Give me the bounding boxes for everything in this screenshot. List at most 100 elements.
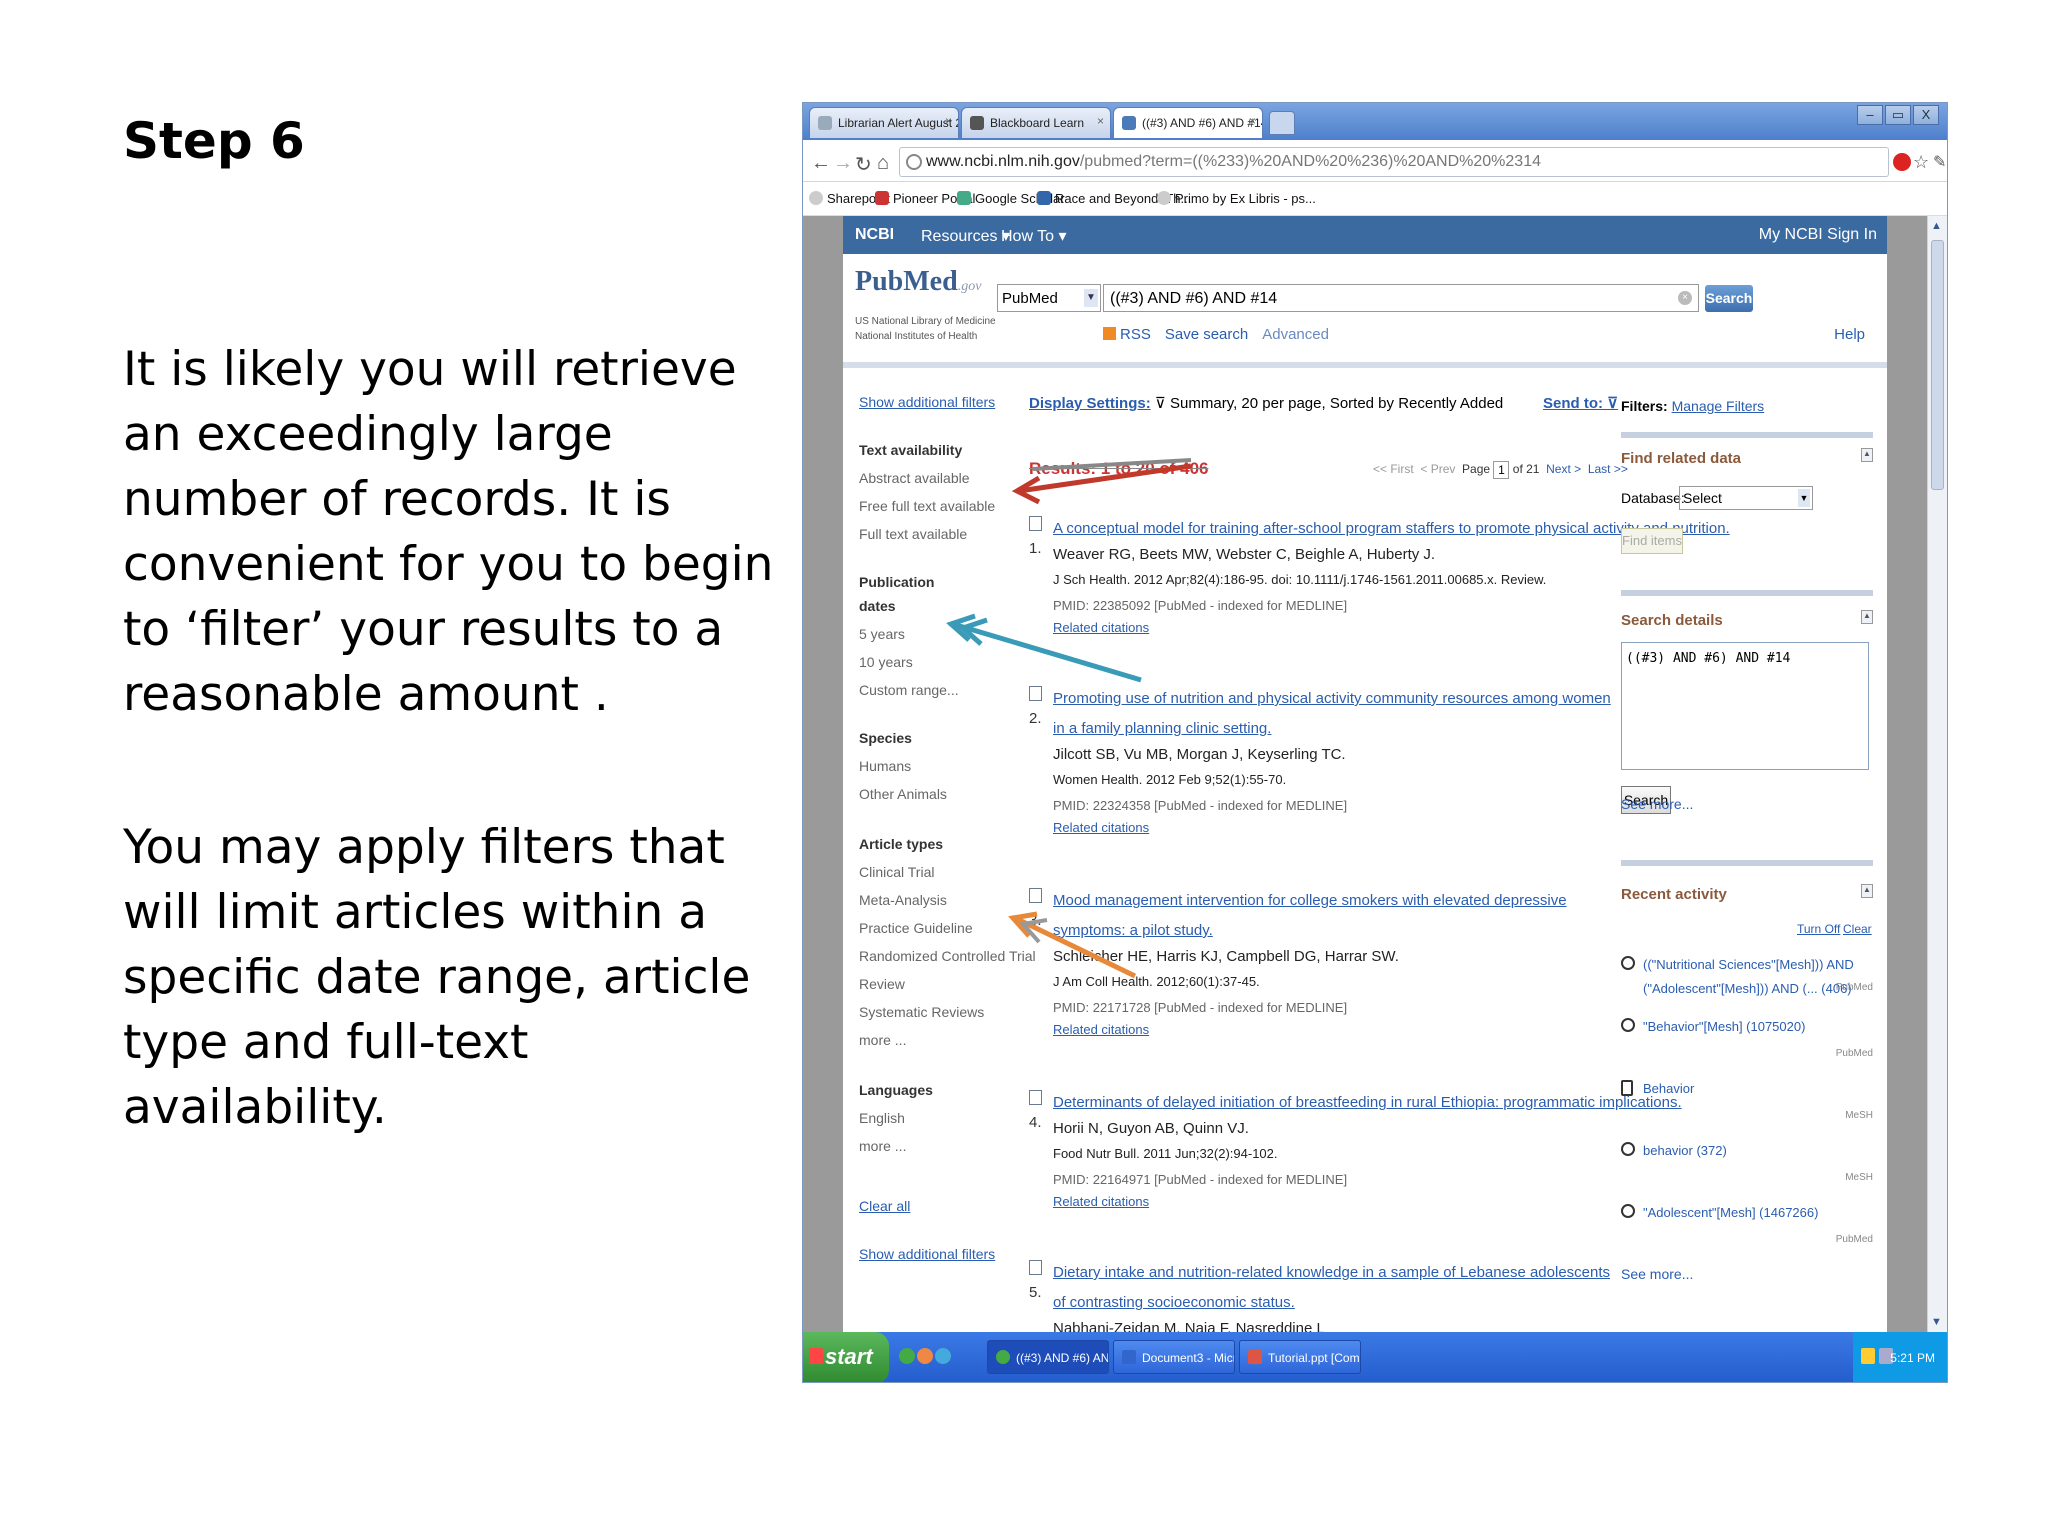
chrome-icon[interactable]	[899, 1348, 915, 1364]
related-database-select[interactable]: Select ▼	[1679, 486, 1813, 510]
filter-rct[interactable]: Randomized Controlled Trial	[859, 948, 1036, 964]
filter-english[interactable]: English	[859, 1110, 905, 1126]
wrench-icon[interactable]: ✎	[1933, 152, 1946, 172]
star-icon[interactable]: ☆	[1913, 152, 1929, 173]
filter-clinical-trial[interactable]: Clinical Trial	[859, 864, 934, 880]
result-checkbox[interactable]	[1029, 686, 1042, 701]
recent-activity-item[interactable]: Behavior MeSH	[1621, 1078, 1873, 1128]
start-button[interactable]: start	[803, 1332, 889, 1382]
filter-systematic-reviews[interactable]: Systematic Reviews	[859, 1004, 984, 1020]
filter-humans[interactable]: Humans	[859, 758, 911, 774]
filter-review[interactable]: Review	[859, 976, 905, 992]
related-citations-link[interactable]: Related citations	[1053, 1194, 1149, 1209]
filter-more-languages[interactable]: more ...	[859, 1138, 906, 1154]
search-button[interactable]: Search	[1705, 285, 1753, 312]
result-title-link[interactable]: Dietary intake and nutrition-related kno…	[1053, 1258, 1613, 1318]
vertical-scrollbar[interactable]: ▲ ▼	[1927, 216, 1947, 1332]
result-title-link[interactable]: A conceptual model for training after-sc…	[1053, 514, 1730, 544]
filter-practice-guideline[interactable]: Practice Guideline	[859, 920, 973, 936]
shield-icon[interactable]	[1861, 1348, 1875, 1364]
resources-menu[interactable]: Resources ▾	[921, 226, 1010, 246]
collapse-icon[interactable]: ▲	[1861, 448, 1873, 462]
filter-free-full-text[interactable]: Free full text available	[859, 498, 995, 514]
show-additional-filters-link[interactable]: Show additional filters	[859, 394, 995, 410]
result-checkbox[interactable]	[1029, 1090, 1042, 1105]
tab-librarian-alert[interactable]: Librarian Alert August 2012 ×	[809, 107, 959, 138]
maximize-button[interactable]: ▭	[1885, 105, 1911, 125]
find-items-button[interactable]: Find items	[1621, 528, 1683, 554]
advanced-link[interactable]: Advanced	[1262, 326, 1329, 343]
howto-menu[interactable]: How To ▾	[1001, 226, 1067, 246]
recent-activity-item[interactable]: (("Nutritional Sciences"[Mesh])) AND ("A…	[1621, 954, 1873, 1006]
help-link[interactable]: Help	[1834, 326, 1865, 343]
filter-custom-range[interactable]: Custom range...	[859, 682, 959, 698]
database-select[interactable]: PubMed ▼	[997, 284, 1101, 312]
prev-page-link[interactable]: < Prev	[1420, 462, 1455, 476]
clock[interactable]: 5:21 PM	[1890, 1351, 1935, 1365]
bookmark-primo[interactable]: Primo by Ex Libris - ps...	[1157, 191, 1316, 206]
scrollbar-thumb[interactable]	[1931, 240, 1944, 490]
close-window-button[interactable]: X	[1913, 105, 1939, 125]
ncbi-logo[interactable]: NCBI	[855, 226, 894, 244]
send-to-menu[interactable]: Send to: ⊽	[1543, 394, 1618, 412]
recent-activity-item[interactable]: "Behavior"[Mesh] (1075020) PubMed	[1621, 1016, 1873, 1066]
rss-link[interactable]: RSS	[1103, 326, 1151, 343]
search-details-textarea[interactable]: ((#3) AND #6) AND #14	[1621, 642, 1869, 770]
firefox-icon[interactable]	[917, 1348, 933, 1364]
new-tab-button[interactable]	[1269, 111, 1295, 135]
see-more-link[interactable]: See more...	[1621, 796, 1873, 812]
collapse-icon[interactable]: ▲	[1861, 884, 1873, 898]
result-title-link[interactable]: Determinants of delayed initiation of br…	[1053, 1088, 1682, 1118]
clear-icon[interactable]: ×	[1678, 291, 1692, 305]
manage-filters-link[interactable]: Manage Filters	[1672, 398, 1765, 414]
page-number-input[interactable]	[1493, 461, 1510, 479]
turn-off-link[interactable]: Turn Off	[1797, 922, 1840, 936]
save-search-link[interactable]: Save search	[1165, 326, 1248, 343]
tab-blackboard[interactable]: Blackboard Learn ×	[961, 107, 1111, 138]
taskbar-item-chrome[interactable]: ((#3) AND #6) AND ...	[987, 1340, 1109, 1374]
related-citations-link[interactable]: Related citations	[1053, 820, 1149, 835]
url-field[interactable]: www.ncbi.nlm.nih.gov/pubmed?term=((%233)…	[899, 147, 1889, 177]
related-citations-link[interactable]: Related citations	[1053, 1022, 1149, 1037]
clear-activity-link[interactable]: Clear	[1843, 922, 1872, 936]
see-more-activity-link[interactable]: See more...	[1621, 1266, 1873, 1282]
result-checkbox[interactable]	[1029, 888, 1042, 903]
recent-activity-item[interactable]: "Adolescent"[Mesh] (1467266) PubMed	[1621, 1202, 1873, 1252]
related-citations-link[interactable]: Related citations	[1053, 620, 1149, 635]
first-page-link[interactable]: << First	[1373, 462, 1414, 476]
close-icon[interactable]: ×	[1097, 114, 1104, 128]
result-title-link[interactable]: Mood management intervention for college…	[1053, 886, 1613, 946]
scroll-up-icon[interactable]: ▲	[1931, 220, 1942, 232]
pubmed-logo[interactable]: PubMed.gov	[855, 266, 981, 298]
recent-activity-item[interactable]: behavior (372) MeSH	[1621, 1140, 1873, 1190]
filter-other-animals[interactable]: Other Animals	[859, 786, 947, 802]
minimize-button[interactable]: –	[1857, 105, 1883, 125]
result-title-link[interactable]: Promoting use of nutrition and physical …	[1053, 684, 1613, 744]
forward-icon[interactable]: →	[833, 152, 853, 175]
tab-pubmed[interactable]: ((#3) AND #6) AND #14 - Pu ×	[1113, 107, 1263, 138]
result-checkbox[interactable]	[1029, 516, 1042, 531]
result-checkbox[interactable]	[1029, 1260, 1042, 1275]
filter-abstract[interactable]: Abstract available	[859, 470, 970, 486]
taskbar-item-powerpoint[interactable]: Tutorial.ppt [Compati...	[1239, 1340, 1361, 1374]
back-icon[interactable]: ←	[811, 152, 831, 175]
clear-all-link[interactable]: Clear all	[859, 1198, 910, 1214]
close-icon[interactable]: ×	[1249, 114, 1256, 128]
filter-10-years[interactable]: 10 years	[859, 654, 913, 670]
next-page-link[interactable]: Next >	[1546, 462, 1581, 476]
home-icon[interactable]: ⌂	[877, 152, 889, 175]
extension-icon[interactable]	[1893, 153, 1911, 171]
close-icon[interactable]: ×	[945, 114, 952, 128]
filter-meta-analysis[interactable]: Meta-Analysis	[859, 892, 947, 908]
taskbar-item-word[interactable]: Document3 - Microsof...	[1113, 1340, 1235, 1374]
filter-full-text[interactable]: Full text available	[859, 526, 967, 542]
collapse-icon[interactable]: ▲	[1861, 610, 1873, 624]
account-links[interactable]: My NCBI Sign In	[1759, 226, 1877, 244]
filter-5-years[interactable]: 5 years	[859, 626, 905, 642]
filter-more-types[interactable]: more ...	[859, 1032, 906, 1048]
ie-icon[interactable]	[935, 1348, 951, 1364]
show-additional-filters-link-bottom[interactable]: Show additional filters	[859, 1246, 995, 1262]
search-input[interactable]: ((#3) AND #6) AND #14 ×	[1103, 284, 1699, 312]
display-settings[interactable]: Display Settings: ⊽ Summary, 20 per page…	[1029, 394, 1503, 412]
reload-icon[interactable]: ↻	[855, 152, 872, 177]
